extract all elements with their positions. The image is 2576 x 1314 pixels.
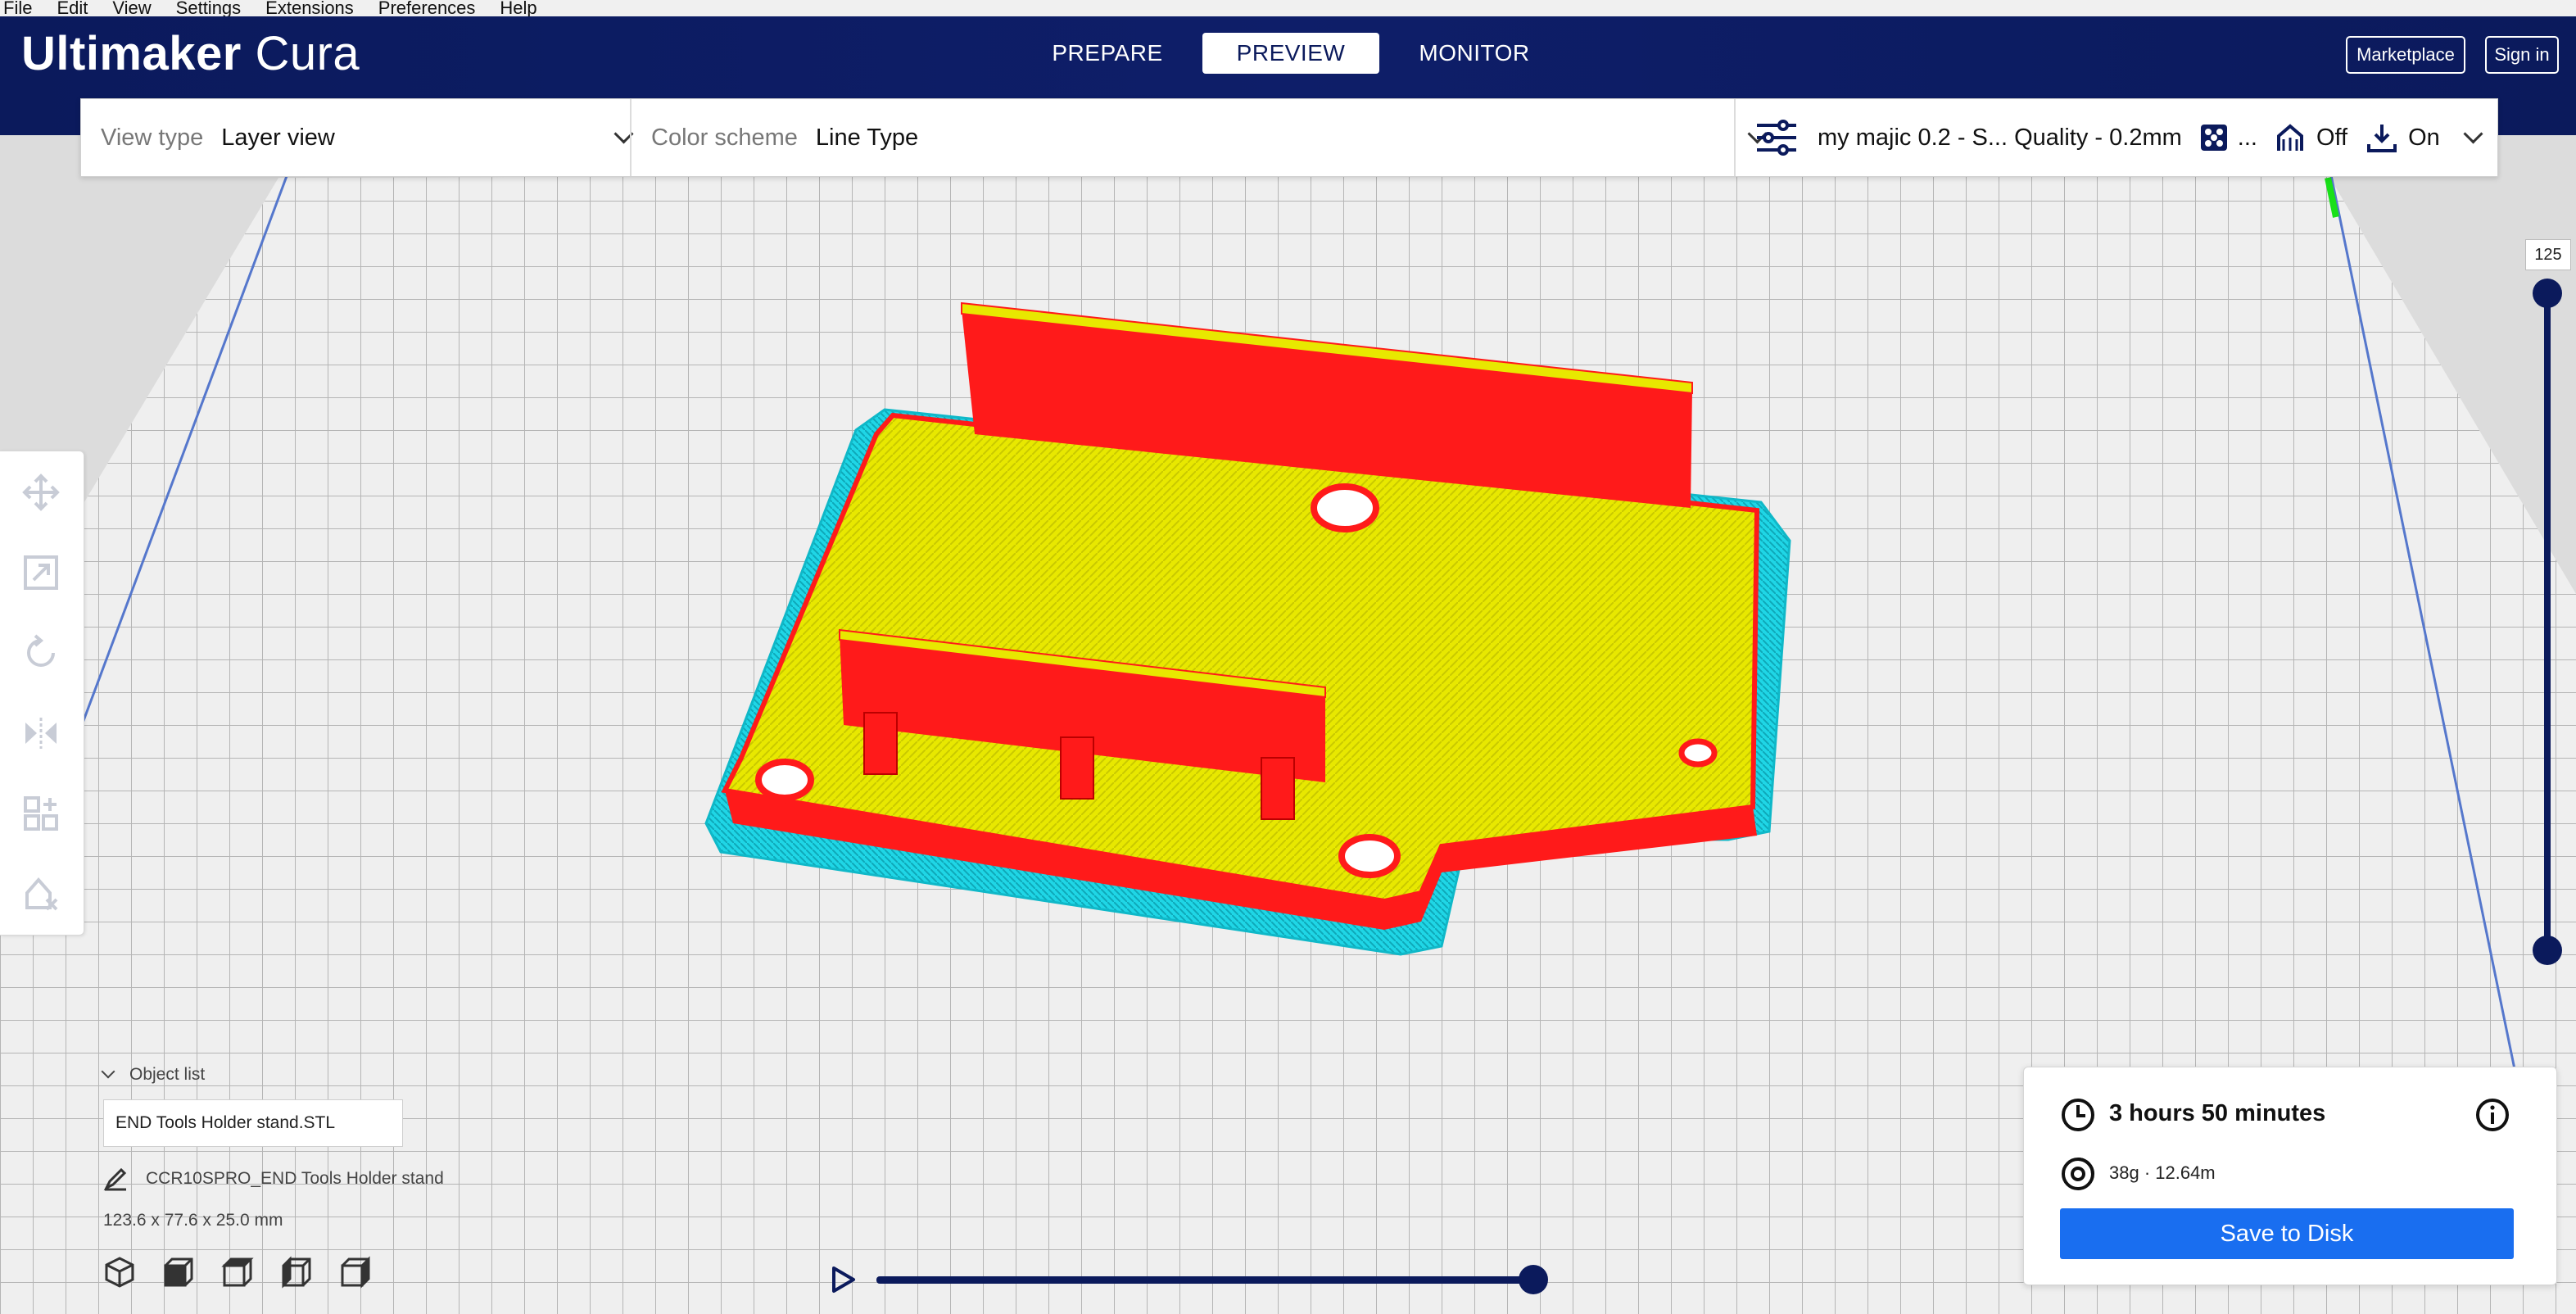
hole-right: [1678, 738, 1718, 768]
filament-spool-icon: [2062, 1158, 2094, 1190]
view-front-icon[interactable]: [162, 1256, 195, 1289]
print-info-panel: 3 hours 50 minutes 38g · 12.64m Save to …: [2023, 1067, 2557, 1285]
hole-front: [1338, 834, 1401, 878]
tab-prepare[interactable]: PREPARE: [1019, 33, 1196, 74]
info-icon[interactable]: [2474, 1097, 2510, 1133]
divider: [630, 99, 632, 176]
object-list-label: Object list: [129, 1065, 206, 1084]
path-slider-handle[interactable]: [1519, 1265, 1548, 1294]
path-slider-track[interactable]: [876, 1276, 1536, 1284]
clock-icon: [2062, 1099, 2094, 1131]
menu-file[interactable]: File: [3, 0, 32, 16]
material-estimate: 38g · 12.64m: [2109, 1162, 2216, 1183]
menu-extensions[interactable]: Extensions: [265, 0, 354, 16]
hole-center: [1311, 483, 1379, 532]
scale-icon[interactable]: [18, 550, 64, 596]
view-type-dropdown[interactable]: View type Layer view: [101, 99, 634, 176]
rib-right: [1261, 757, 1295, 820]
settings-sliders-icon: [1757, 120, 1796, 156]
tab-preview[interactable]: PREVIEW: [1202, 33, 1379, 74]
menu-preferences[interactable]: Preferences: [378, 0, 476, 16]
infill-value: ...: [2237, 124, 2257, 151]
menu-view[interactable]: View: [112, 0, 151, 16]
adhesion-icon: [2367, 125, 2397, 152]
rib-middle: [1060, 736, 1094, 800]
profile-name: my majic 0.2 - S... Quality - 0.2mm: [1818, 124, 2182, 151]
rib-left: [863, 712, 898, 775]
view-left-icon[interactable]: [280, 1256, 313, 1289]
menu-help[interactable]: Help: [500, 0, 536, 16]
view-type-value: Layer view: [221, 124, 335, 151]
menu-settings[interactable]: Settings: [176, 0, 242, 16]
print-settings-panel[interactable]: my majic 0.2 - S... Quality - 0.2mm ... …: [1755, 99, 2484, 176]
hole-left: [755, 759, 814, 801]
adhesion-value: On: [2408, 124, 2440, 151]
menu-bar: File Edit View Settings Extensions Prefe…: [0, 0, 2576, 16]
current-layer-label[interactable]: 125: [2525, 239, 2571, 270]
logo-bold: Ultimaker: [21, 27, 242, 80]
save-to-disk-button[interactable]: Save to Disk: [2060, 1208, 2514, 1259]
logo-light: Cura: [255, 27, 360, 80]
color-scheme-dropdown[interactable]: Color scheme Line Type: [651, 99, 1781, 176]
infill-icon: [2200, 125, 2227, 151]
object-list-header[interactable]: Object list: [101, 1064, 206, 1085]
chevron-down-icon: [2463, 124, 2483, 144]
divider: [1734, 99, 1736, 176]
view-settings-bar: View type Layer view Color scheme Line T…: [80, 98, 2498, 177]
rotate-icon[interactable]: [18, 630, 64, 676]
view-right-icon[interactable]: [339, 1256, 372, 1289]
chevron-down-icon: [101, 1064, 115, 1079]
edit-pencil-icon[interactable]: [103, 1167, 128, 1191]
view-top-icon[interactable]: [221, 1256, 254, 1289]
print-time: 3 hours 50 minutes: [2109, 1100, 2326, 1126]
color-scheme-value: Line Type: [815, 124, 919, 151]
camera-view-buttons: [103, 1256, 372, 1289]
play-icon[interactable]: [829, 1265, 858, 1294]
stage-tabs: PREPARE PREVIEW MONITOR: [1019, 33, 1563, 74]
job-name[interactable]: CCR10SPRO_END Tools Holder stand: [146, 1169, 444, 1189]
object-list-item[interactable]: END Tools Holder stand.STL: [103, 1099, 403, 1147]
tool-panel: [0, 451, 84, 936]
support-blocker-icon[interactable]: [18, 871, 64, 917]
layer-slider-track[interactable]: [2544, 293, 2551, 950]
color-scheme-label: Color scheme: [651, 124, 798, 151]
support-value: Off: [2316, 124, 2348, 151]
layer-slider-lower-handle[interactable]: [2533, 936, 2562, 965]
per-model-settings-icon[interactable]: [18, 791, 64, 836]
mirror-icon[interactable]: [18, 710, 64, 756]
support-icon: [2276, 124, 2303, 151]
view-type-label: View type: [101, 124, 204, 151]
marketplace-button[interactable]: Marketplace: [2346, 36, 2465, 74]
layer-slider-upper-handle[interactable]: [2533, 279, 2562, 308]
move-icon[interactable]: [18, 469, 64, 515]
app-logo: Ultimaker Cura: [21, 26, 360, 81]
tab-monitor[interactable]: MONITOR: [1386, 33, 1563, 74]
sign-in-button[interactable]: Sign in: [2485, 36, 2559, 74]
job-name-row: CCR10SPRO_END Tools Holder stand: [103, 1167, 444, 1191]
view-3d-icon[interactable]: [103, 1256, 136, 1289]
model-dimensions: 123.6 x 77.6 x 25.0 mm: [103, 1211, 283, 1230]
menu-edit[interactable]: Edit: [57, 0, 88, 16]
